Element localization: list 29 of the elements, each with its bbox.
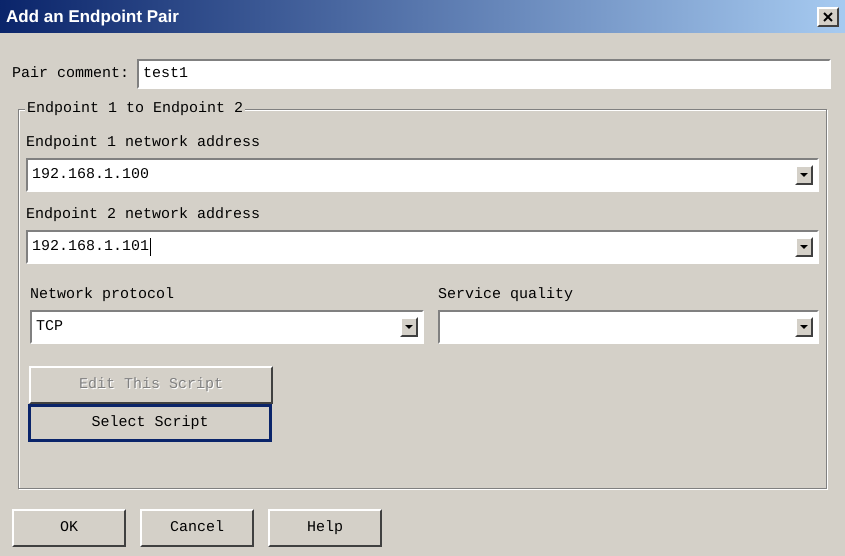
combo-value: 192.168.1.100 <box>32 164 150 185</box>
protocol-label: Network protocol <box>30 285 176 305</box>
dialog-button[interactable]: Cancel <box>140 509 254 547</box>
address-combo[interactable] <box>438 310 819 344</box>
close-button[interactable] <box>817 6 839 26</box>
caret-icon <box>800 173 808 177</box>
pair-comment-label: Pair comment: <box>12 64 130 84</box>
caret-icon <box>800 325 808 329</box>
service-quality-label: Service quality <box>438 285 574 305</box>
dropdown-button[interactable] <box>795 317 813 337</box>
dropdown-button[interactable] <box>400 317 418 337</box>
combo-value: TCP <box>36 316 64 337</box>
script-button[interactable]: Select Script <box>28 404 272 442</box>
close-icon <box>823 12 833 22</box>
address-combo[interactable]: 192.168.1.100 <box>26 158 819 192</box>
dropdown-button[interactable] <box>795 237 813 257</box>
caret-icon <box>405 325 413 329</box>
dropdown-button[interactable] <box>795 165 813 185</box>
dialog-button[interactable]: Help <box>268 509 382 547</box>
dialog-button[interactable]: OK <box>12 509 126 547</box>
pair-comment-field[interactable]: test1 <box>137 59 831 89</box>
combo-value: 192.168.1.101 <box>32 236 150 257</box>
address-combo[interactable]: 192.168.1.101 <box>26 230 819 264</box>
endpoint1-label: Endpoint 1 network address <box>26 133 262 153</box>
text-caret <box>150 238 152 256</box>
address-combo[interactable]: TCP <box>30 310 424 344</box>
caret-icon <box>800 245 808 249</box>
endpoint2-label: Endpoint 2 network address <box>26 205 262 225</box>
window-title: Add an Endpoint Pair <box>6 6 179 28</box>
